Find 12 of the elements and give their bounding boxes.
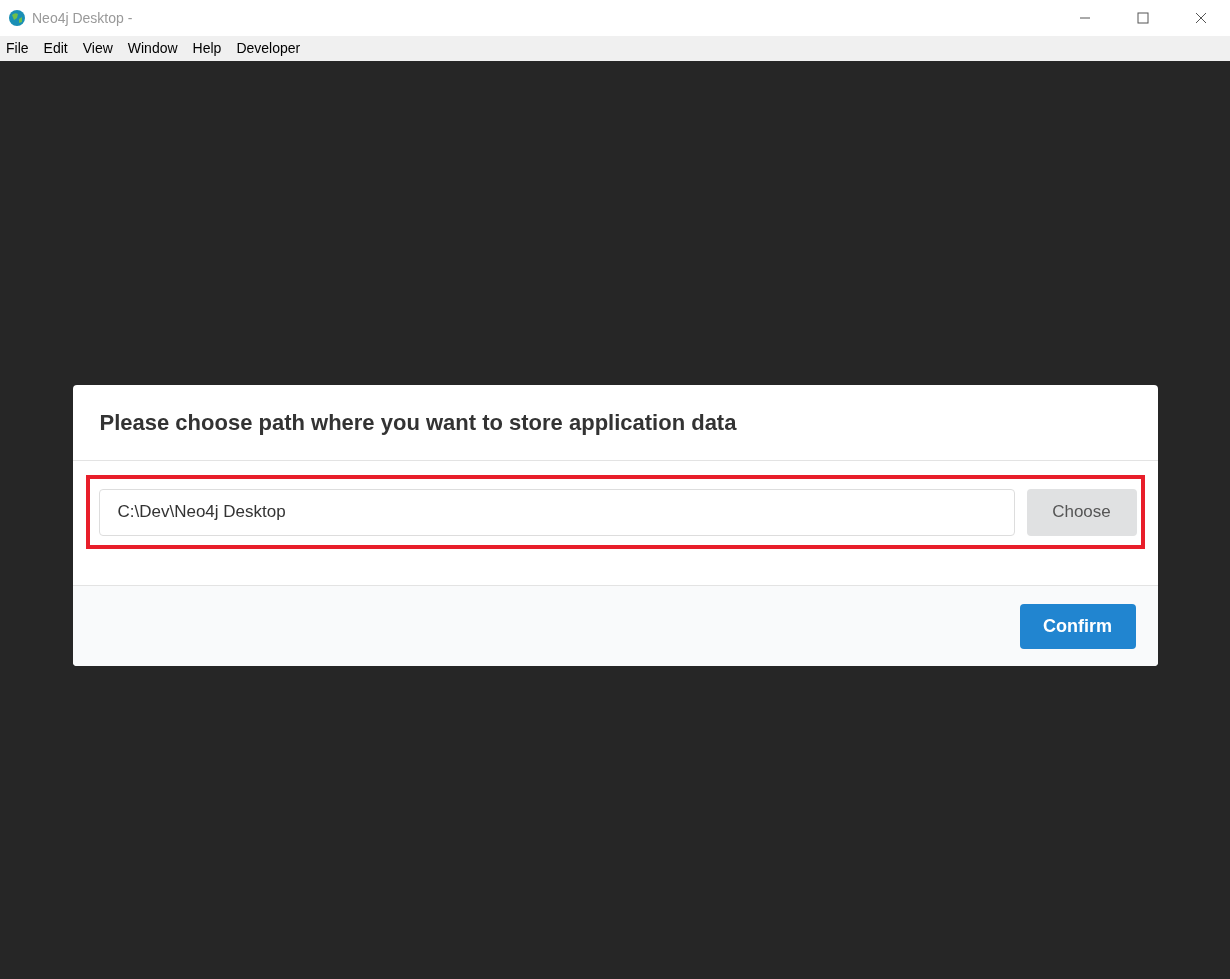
menu-item[interactable]: Help [192, 38, 222, 59]
confirm-button[interactable]: Confirm [1019, 603, 1136, 649]
path-field[interactable]: C:\Dev\Neo4j Desktop [98, 488, 1015, 536]
window-title: Neo4j Desktop - [32, 8, 133, 28]
choose-button[interactable]: Choose [1026, 488, 1137, 536]
dialog-title: Please choose path where you want to store application data [99, 409, 737, 437]
menu-item[interactable]: Developer [236, 38, 301, 59]
app-logo-icon [8, 9, 26, 27]
menu-item[interactable]: File [6, 38, 29, 59]
menu-item[interactable]: View [82, 38, 113, 59]
menu-item[interactable]: Window [127, 38, 178, 59]
menu-item[interactable]: Edit [43, 38, 68, 59]
